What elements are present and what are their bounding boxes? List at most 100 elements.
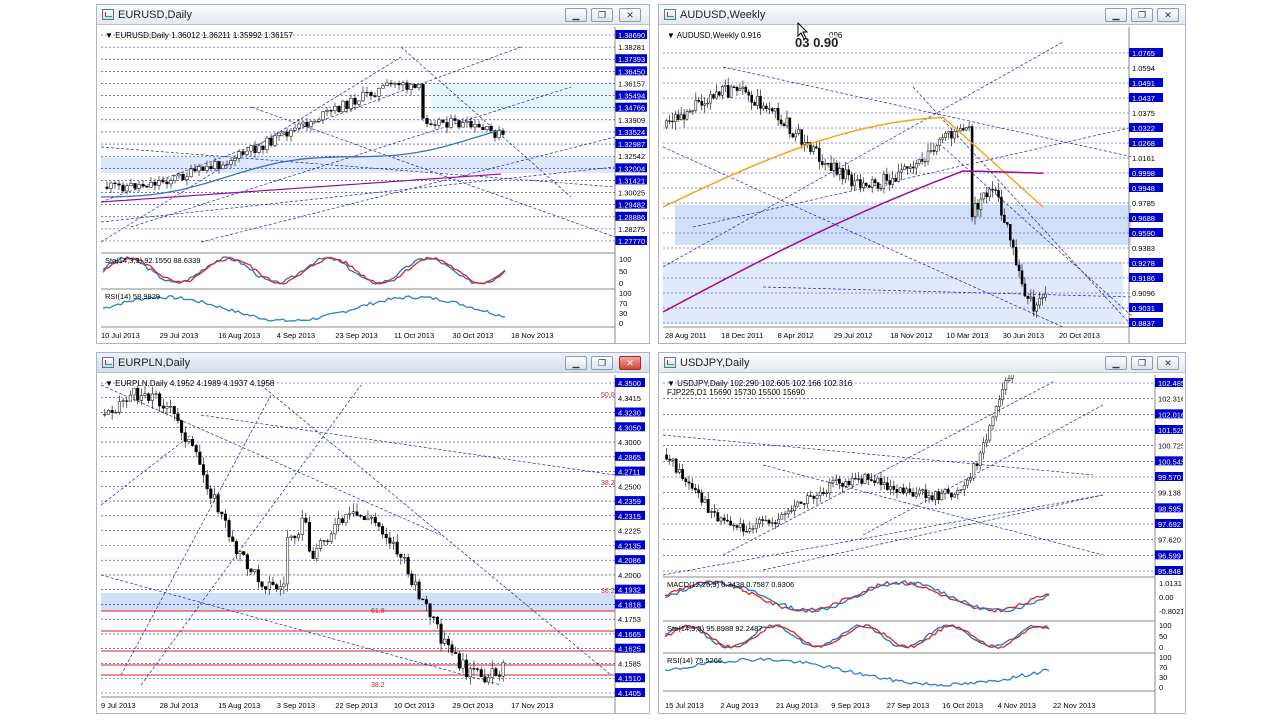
usdjpy-candle — [854, 478, 857, 480]
eurpln-candle — [231, 536, 235, 542]
eurusd-candle — [285, 131, 289, 137]
eurusd-candle — [313, 121, 317, 123]
eurpln-tag: 4.2500 — [618, 482, 641, 491]
usdjpy-time-axis: 15 Jul 2013 2 Aug 2013 21 Aug 2013 9 Sep 20… — [665, 701, 1096, 710]
eurpln-trend-line — [140, 384, 362, 686]
audusd-candle — [912, 166, 915, 169]
eurpln-chart-window[interactable]: EURPLN,Daily ▁ ❐ ✕ ▼ EURPLN,Daily 4.1952… — [96, 352, 650, 714]
eurpln-price-scale[interactable]: 4.3500 4.3415 4.3230 4.3050 4.3000 4.2865 4.27… — [615, 378, 645, 698]
eurpln-window-title: EURPLN,Daily — [118, 357, 191, 369]
audusd-candle — [979, 198, 983, 210]
eurpln-candle — [337, 518, 341, 525]
usdjpy-price-scale[interactable]: 102.485 102.316 102.016 101.520 100.725 100.5… — [1155, 378, 1183, 576]
audusd-tag: 0.9031 — [1132, 304, 1155, 313]
audusd-titlebar[interactable]: AUDUSD,Weekly ▁ ❐ ✕ — [659, 5, 1185, 25]
usdjpy-price-chart[interactable]: ▼ USDJPY,Daily 102.290 102.605 102.166 1… — [663, 375, 1183, 713]
eurpln-trend-line — [101, 434, 192, 506]
close-icon[interactable]: ✕ — [1157, 8, 1179, 22]
eurusd-stochastic-tick: 100 — [619, 255, 632, 264]
audusd-candle — [729, 86, 733, 98]
usdjpy-date-label: 9 Sep 2013 — [831, 701, 869, 710]
eurpln-time-axis: 9 Jul 2013 28 Jul 2013 15 Aug 2013 3 Sep 20… — [101, 701, 554, 710]
audusd-date-label: 18 Nov 2012 — [890, 331, 933, 340]
close-icon[interactable]: ✕ — [1157, 356, 1179, 370]
eurpln-price-chart[interactable]: ▼ EURPLN,Daily 4.1952 4.1989 4.1937 4.19… — [101, 375, 647, 713]
audusd-candle — [1023, 283, 1027, 297]
audusd-candle — [812, 146, 815, 152]
usdjpy-candle — [847, 481, 851, 486]
audusd-candle — [1006, 222, 1009, 225]
maximize-icon[interactable]: ❐ — [591, 356, 613, 370]
usdjpy-chart-window[interactable]: USDJPY,Daily ▁ ❐ ✕ ▼ USDJPY,Daily 102.29… — [658, 352, 1186, 714]
minimize-icon[interactable]: ▁ — [1105, 356, 1127, 370]
eurusd-candle — [389, 82, 393, 85]
eurpln-candle — [256, 569, 260, 583]
usdjpy-candle — [745, 531, 748, 533]
minimize-icon[interactable]: ▁ — [565, 356, 587, 370]
audusd-candle — [776, 108, 780, 121]
audusd-candle — [985, 192, 989, 198]
eurpln-candle — [172, 406, 176, 415]
audusd-price-scale[interactable]: 1.0765 1.0594 1.0491 1.0437 1.0375 1.0322 1.02… — [1129, 48, 1163, 328]
usdjpy-candle — [774, 522, 777, 524]
eurpln-titlebar[interactable]: EURPLN,Daily ▁ ❐ ✕ — [97, 353, 649, 373]
eurusd-tag: 1.32542 — [618, 152, 645, 161]
eurpln-tag: 4.3050 — [618, 423, 641, 432]
usdjpy-rsi-tick: 0 — [1159, 683, 1163, 692]
eurpln-candle — [410, 573, 414, 586]
eurusd-candle — [253, 145, 257, 153]
eurusd-candle — [109, 182, 113, 189]
audusd-candle — [794, 133, 798, 138]
audusd-candle — [674, 114, 677, 122]
minimize-icon[interactable]: ▁ — [565, 8, 587, 22]
eurusd-tag: 1.36450 — [618, 67, 645, 76]
minimize-icon[interactable]: ▁ — [1105, 8, 1127, 22]
eurpln-chart-area[interactable]: ▼ EURPLN,Daily 4.1952 4.1989 4.1937 4.19… — [101, 375, 647, 713]
audusd-date-label: 28 Aug 2011 — [665, 331, 707, 340]
chart-window-icon — [664, 357, 676, 368]
usdjpy-candle — [780, 513, 784, 520]
eurusd-candle — [437, 119, 441, 126]
eurpln-candle — [487, 677, 491, 683]
usdjpy-trend-line — [663, 494, 1104, 576]
close-icon[interactable]: ✕ — [619, 356, 641, 370]
eurusd-window-title: EURUSD,Daily — [118, 9, 192, 21]
audusd-candle — [800, 129, 803, 145]
eurusd-chart-window[interactable]: EURUSD,Daily ▁ ❐ ✕ ▼ EURUSD,Daily 1.3601… — [96, 4, 650, 344]
maximize-icon[interactable]: ❐ — [591, 8, 613, 22]
usdjpy-trend-line — [862, 404, 1104, 536]
eurusd-titlebar[interactable]: EURUSD,Daily ▁ ❐ ✕ — [97, 5, 649, 25]
eurpln-trend-line — [200, 414, 616, 476]
eurusd-candle — [257, 145, 261, 153]
eurusd-candle — [117, 183, 121, 186]
eurpln-candle — [311, 550, 315, 559]
eurusd-candle — [385, 82, 389, 86]
usdjpy-titlebar[interactable]: USDJPY,Daily ▁ ❐ ✕ — [659, 353, 1185, 373]
eurusd-rsi-tick: 0 — [619, 319, 623, 328]
audusd-window-title: AUDUSD,Weekly — [680, 9, 766, 21]
close-icon[interactable]: ✕ — [619, 8, 641, 22]
audusd-chart-window[interactable]: AUDUSD,Weekly ▁ ❐ ✕ ▼ AUDUSD,Weekly 0.91… — [658, 4, 1186, 344]
maximize-icon[interactable]: ❐ — [1131, 8, 1153, 22]
eurpln-candle — [366, 517, 370, 521]
eurusd-candle — [433, 124, 437, 126]
eurusd-rsi-label: RSI(14) 58.9829 — [105, 292, 160, 301]
maximize-icon[interactable]: ❐ — [1131, 356, 1153, 370]
usdjpy-candle — [873, 480, 876, 483]
audusd-candle — [1026, 295, 1030, 299]
audusd-candle — [694, 100, 698, 111]
audusd-price-chart[interactable]: ▼ AUDUSD,Weekly 0.916 096 1.07651.05941.… — [663, 27, 1183, 343]
eurusd-candle — [201, 166, 205, 171]
usdjpy-candle — [738, 523, 742, 528]
eurusd-price-scale[interactable]: 1.38690 1.38281 1.37393 1.36450 1.36157 1.354… — [615, 30, 647, 246]
eurusd-price-chart[interactable]: ▼ EURUSD,Daily 1.36012 1.36211 1.35992 1… — [101, 27, 647, 343]
usdjpy-trend-line — [762, 494, 1104, 571]
usdjpy-chart-area[interactable]: ▼ USDJPY,Daily 102.290 102.605 102.166 1… — [663, 375, 1183, 713]
audusd-candle — [976, 203, 980, 210]
eurusd-rsi-tick: 30 — [619, 309, 627, 318]
eurusd-chart-area[interactable]: ▼ EURUSD,Daily 1.36012 1.36211 1.35992 1… — [101, 27, 647, 343]
eurpln-candle — [220, 511, 224, 515]
audusd-candle — [703, 103, 706, 106]
audusd-chart-area[interactable]: ▼ AUDUSD,Weekly 0.916 096 1.07651.05941.… — [663, 27, 1183, 343]
usdjpy-candle — [783, 513, 787, 515]
